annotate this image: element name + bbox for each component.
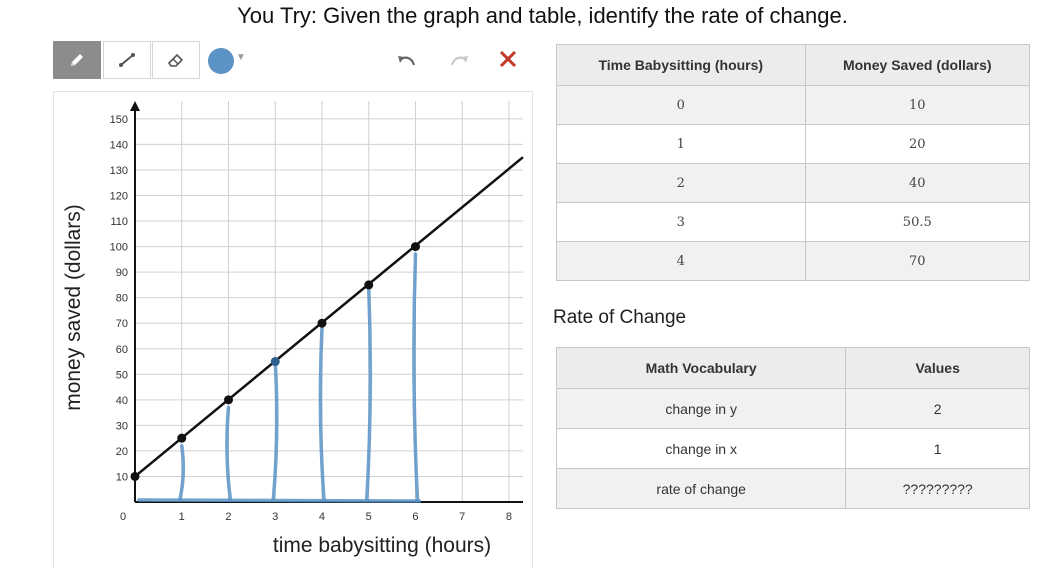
line-chart: 0 1 2 3 4 5 6 7 8 10 20 30 40 50 60 70 80 90 100 110 120 130 1… xyxy=(62,101,524,557)
y-tick-label: 50 xyxy=(116,369,128,381)
data-point xyxy=(223,395,233,405)
y-tick-label: 20 xyxy=(116,446,128,458)
rate-table: Math Vocabulary Values change in y 2 cha… xyxy=(555,347,1030,509)
annotation-stroke xyxy=(271,359,279,502)
trend-line xyxy=(134,156,524,478)
color-picker-button[interactable] xyxy=(208,48,234,74)
table-cell: 4 xyxy=(556,241,806,281)
table-header-row: Math Vocabulary Values xyxy=(555,347,1030,389)
annotation-stroke xyxy=(318,326,326,502)
table-cell: 50.5 xyxy=(804,202,1031,242)
table-cell: change in y xyxy=(555,388,847,429)
table-cell: 20 xyxy=(804,124,1031,164)
chevron-down-icon[interactable]: ▼ xyxy=(236,52,246,63)
y-tick-label: 80 xyxy=(116,293,128,305)
data-point xyxy=(177,433,187,443)
x-tick-label: 5 xyxy=(366,511,372,523)
data-point xyxy=(364,280,374,290)
rate-of-change-heading: Rate of Change xyxy=(553,307,687,328)
x-tick-label: 4 xyxy=(319,511,325,523)
pencil-tool-button[interactable] xyxy=(53,41,101,79)
column-header-vocabulary: Math Vocabulary xyxy=(555,347,847,389)
pencil-icon xyxy=(71,54,83,66)
table-row: 3 50.5 xyxy=(556,202,1031,242)
x-tick-label: 0 xyxy=(120,511,126,523)
y-tick-label: 40 xyxy=(116,395,128,407)
x-tick-label: 2 xyxy=(225,511,231,523)
eraser-icon xyxy=(167,53,184,67)
table-cell: 1 xyxy=(556,124,806,164)
data-point xyxy=(317,318,327,328)
y-tick-label: 100 xyxy=(110,242,128,254)
x-tick-label: 1 xyxy=(179,511,185,523)
redo-icon xyxy=(450,56,468,66)
table-cell: rate of change xyxy=(555,468,847,509)
y-axis-arrow xyxy=(130,101,140,111)
annotation-stroke xyxy=(225,405,233,502)
annotation-stroke xyxy=(364,285,373,502)
y-tick-label: 150 xyxy=(110,114,128,126)
y-tick-label: 120 xyxy=(110,191,128,203)
data-table: Time Babysitting (hours) Money Saved (do… xyxy=(556,44,1031,281)
data-point xyxy=(130,471,140,481)
x-tick-label: 6 xyxy=(412,511,418,523)
x-axis-label: time babysitting (hours) xyxy=(273,534,491,557)
table-cell: change in x xyxy=(555,428,847,469)
column-header-values: Values xyxy=(845,347,1030,389)
y-tick-label: 130 xyxy=(110,165,128,177)
eraser-tool-button[interactable] xyxy=(152,41,200,79)
y-axis-label: money saved (dollars) xyxy=(62,204,85,411)
table-row: change in x 1 xyxy=(555,428,1030,469)
line-tool-button[interactable] xyxy=(103,41,151,79)
x-tick-label: 7 xyxy=(459,511,465,523)
undo-button[interactable] xyxy=(396,50,418,75)
y-tick-label: 140 xyxy=(110,139,128,151)
page-title: You Try: Given the graph and table, iden… xyxy=(237,3,848,28)
table-row: change in y 2 xyxy=(555,388,1030,429)
x-tick-label: 3 xyxy=(272,511,278,523)
close-button[interactable] xyxy=(496,47,520,76)
undo-icon xyxy=(398,56,416,66)
line-icon xyxy=(119,53,135,67)
table-cell: 1 xyxy=(845,428,1030,469)
x-tick-label: 8 xyxy=(506,511,512,523)
table-cell: 2 xyxy=(845,388,1030,429)
table-cell: 10 xyxy=(804,85,1031,125)
table-cell: 70 xyxy=(804,241,1031,281)
y-tick-label: 70 xyxy=(116,318,128,330)
y-tick-label: 90 xyxy=(116,267,128,279)
table-cell: 40 xyxy=(804,163,1031,203)
y-tick-label: 110 xyxy=(110,216,128,228)
close-icon xyxy=(499,50,517,68)
y-tick-label: 30 xyxy=(116,420,128,432)
table-row: 1 20 xyxy=(556,124,1031,164)
y-tick-label: 10 xyxy=(116,471,128,483)
data-point xyxy=(410,242,420,252)
annotation-stroke xyxy=(412,252,420,502)
drawing-toolbar: ▼ xyxy=(53,41,533,81)
table-cell: 3 xyxy=(556,202,806,242)
table-row: 0 10 xyxy=(556,85,1031,125)
table-cell: 0 xyxy=(556,85,806,125)
column-header-time: Time Babysitting (hours) xyxy=(556,44,806,86)
table-cell: 2 xyxy=(556,163,806,203)
annotation-stroke xyxy=(177,444,186,502)
table-row: 4 70 xyxy=(556,241,1031,281)
table-cell: ????????? xyxy=(845,468,1030,509)
table-row: 2 40 xyxy=(556,163,1031,203)
data-point xyxy=(270,357,280,367)
y-tick-label: 60 xyxy=(116,344,128,356)
column-header-money: Money Saved (dollars) xyxy=(804,44,1031,86)
table-header-row: Time Babysitting (hours) Money Saved (do… xyxy=(556,44,1031,86)
table-row: rate of change ????????? xyxy=(555,468,1030,509)
redo-button[interactable] xyxy=(448,50,470,75)
